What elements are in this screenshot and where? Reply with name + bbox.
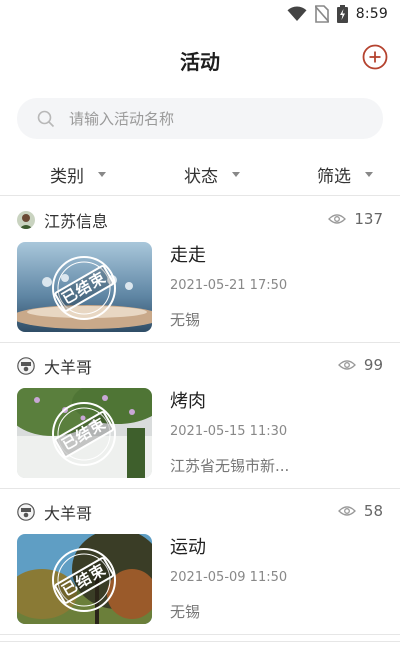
add-circle-icon (362, 44, 388, 70)
caret-down-icon (232, 171, 240, 177)
view-count: 137 (328, 210, 383, 228)
search-input[interactable] (69, 109, 359, 128)
ended-stamp: 已结束 (51, 255, 117, 321)
activity-title: 烤肉 (170, 391, 206, 412)
page-title: 活动 (180, 50, 220, 74)
status-icons: 8:59 (287, 4, 388, 24)
view-count: 99 (337, 356, 383, 374)
status-bar: 8:59 (0, 0, 400, 28)
eye-icon (337, 506, 356, 516)
no-sim-icon (314, 5, 329, 23)
caret-down-icon (365, 171, 373, 177)
avatar (17, 357, 35, 375)
filter-status[interactable]: 状态 (184, 162, 240, 187)
ended-stamp: 已结束 (51, 547, 117, 613)
bottom-tab-bar (0, 641, 400, 651)
activity-card[interactable]: 大羊哥 99 已结束 烤肉 2021-05-15 11:30 江苏省无锡市新..… (0, 343, 400, 489)
caret-down-icon (98, 171, 106, 177)
stamp-label: 已结束 (53, 555, 115, 605)
stamp-label: 已结束 (53, 263, 115, 313)
filter-screen[interactable]: 筛选 (317, 162, 373, 187)
avatar (17, 211, 35, 229)
activity-thumbnail: 已结束 (17, 534, 152, 624)
stamp-label: 已结束 (53, 409, 115, 459)
add-activity-button[interactable] (362, 44, 388, 70)
activity-title: 运动 (170, 537, 206, 558)
author-name: 江苏信息 (44, 212, 109, 231)
filter-bar: 类别 状态 筛选 (0, 154, 400, 196)
activity-location: 江苏省无锡市新... (170, 457, 290, 475)
activity-datetime: 2021-05-15 11:30 (170, 424, 288, 439)
eye-icon (328, 214, 347, 224)
view-count-value: 137 (354, 210, 383, 228)
author-name: 大羊哥 (44, 358, 93, 377)
battery-charging-icon (336, 5, 348, 23)
view-count: 58 (337, 502, 383, 520)
author-name: 大羊哥 (44, 504, 93, 523)
activity-card[interactable]: 江苏信息 137 已结束 走走 2021-05-21 17:50 无锡 (0, 197, 400, 343)
activity-location: 无锡 (170, 603, 201, 621)
avatar (17, 503, 35, 521)
activity-thumbnail: 已结束 (17, 388, 152, 478)
activity-list: 江苏信息 137 已结束 走走 2021-05-21 17:50 无锡 大羊哥 … (0, 197, 400, 635)
header: 活动 (0, 36, 400, 82)
search-box[interactable] (17, 98, 383, 139)
activity-title: 走走 (170, 245, 206, 266)
ended-stamp: 已结束 (51, 401, 117, 467)
filter-category[interactable]: 类别 (50, 162, 106, 187)
filter-category-label: 类别 (50, 166, 84, 187)
status-time: 8:59 (355, 6, 388, 22)
wifi-icon (287, 6, 307, 22)
filter-status-label: 状态 (184, 166, 218, 187)
activity-datetime: 2021-05-21 17:50 (170, 278, 288, 293)
view-count-value: 58 (363, 502, 383, 520)
card-header: 大羊哥 58 (17, 501, 383, 523)
activity-thumbnail: 已结束 (17, 242, 152, 332)
card-header: 大羊哥 99 (17, 355, 383, 377)
eye-icon (337, 360, 356, 370)
card-header: 江苏信息 137 (17, 209, 383, 231)
activity-card[interactable]: 大羊哥 58 已结束 运动 2021-05-09 11:50 无锡 (0, 489, 400, 635)
activity-location: 无锡 (170, 311, 201, 329)
view-count-value: 99 (363, 356, 383, 374)
search-icon (37, 110, 55, 127)
filter-screen-label: 筛选 (317, 166, 351, 187)
activity-datetime: 2021-05-09 11:50 (170, 570, 288, 585)
